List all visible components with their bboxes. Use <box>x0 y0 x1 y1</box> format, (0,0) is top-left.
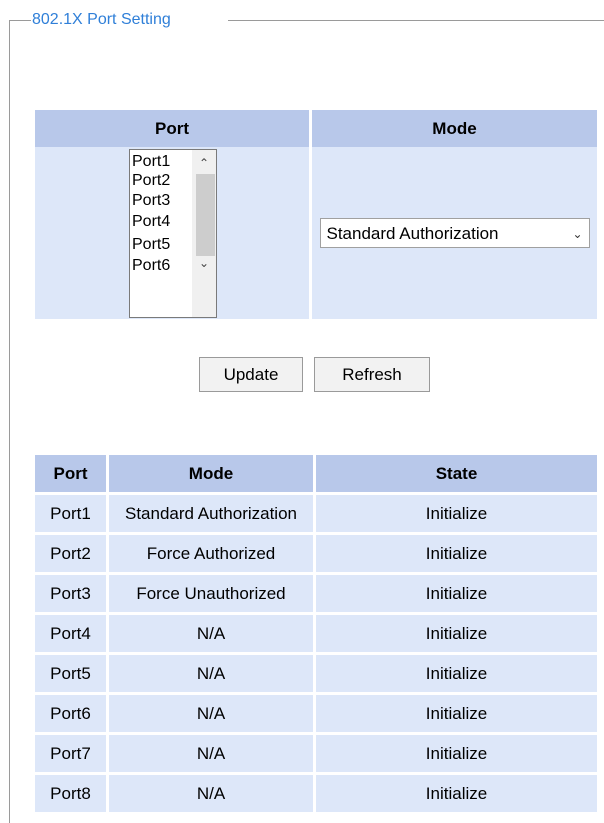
row-state: Initialize <box>313 692 597 734</box>
row-mode: N/A <box>106 652 315 694</box>
mode-select-value: Standard Authorization <box>326 224 499 243</box>
table-row: Port5 N/A Initialize <box>35 652 597 694</box>
port-column-header: Port <box>35 110 311 147</box>
row-port: Port8 <box>35 772 108 812</box>
fieldset-border <box>228 20 604 21</box>
row-port: Port1 <box>35 492 108 534</box>
row-state: Initialize <box>313 612 597 654</box>
update-button[interactable]: Update <box>199 357 303 392</box>
port-option[interactable]: Port4 <box>132 212 170 232</box>
row-port: Port7 <box>35 732 108 774</box>
port-option[interactable]: Port5 <box>132 235 170 255</box>
table-row: Port3 Force Unauthorized Initialize <box>35 572 597 614</box>
port-select-cell: Port1 Port2 Port3 Port4 Port5 Port6 ⌃ ⌄ <box>35 147 311 319</box>
section-legend: 802.1X Port Setting <box>32 11 171 28</box>
mode-column-header: Mode <box>309 110 597 147</box>
row-state: Initialize <box>313 572 597 614</box>
port-option[interactable]: Port3 <box>132 191 170 211</box>
status-state-header: State <box>313 455 597 494</box>
row-state: Initialize <box>313 652 597 694</box>
row-mode: N/A <box>106 772 315 812</box>
port-setting-table: Port Mode Port1 Port2 Port3 Port4 Port5 … <box>35 110 597 319</box>
row-port: Port3 <box>35 572 108 614</box>
table-row: Port4 N/A Initialize <box>35 612 597 654</box>
port-status-table: Port Mode State Port1 Standard Authoriza… <box>35 455 597 812</box>
port-option[interactable]: Port6 <box>132 256 170 276</box>
table-row: Port8 N/A Initialize <box>35 772 597 812</box>
table-row: Port2 Force Authorized Initialize <box>35 532 597 574</box>
row-mode: Force Unauthorized <box>106 572 315 614</box>
row-mode: Standard Authorization <box>106 492 315 534</box>
row-port: Port5 <box>35 652 108 694</box>
mode-select[interactable]: Standard Authorization ⌄ <box>319 218 590 248</box>
row-state: Initialize <box>313 492 597 534</box>
listbox-scrollbar[interactable]: ⌃ ⌄ <box>192 149 216 317</box>
chevron-up-icon[interactable]: ⌃ <box>196 156 212 170</box>
fieldset-border <box>9 20 10 823</box>
row-state: Initialize <box>313 532 597 574</box>
mode-select-cell: Standard Authorization ⌄ <box>309 147 597 319</box>
port-listbox[interactable]: Port1 Port2 Port3 Port4 Port5 Port6 ⌃ ⌄ <box>129 148 217 318</box>
fieldset-border <box>9 20 31 21</box>
status-mode-header: Mode <box>106 455 315 494</box>
table-row: Port7 N/A Initialize <box>35 732 597 774</box>
row-mode: Force Authorized <box>106 532 315 574</box>
table-row: Port1 Standard Authorization Initialize <box>35 492 597 534</box>
refresh-button[interactable]: Refresh <box>314 357 430 392</box>
port-option[interactable]: Port1 <box>132 152 170 172</box>
table-row: Port6 N/A Initialize <box>35 692 597 734</box>
row-port: Port2 <box>35 532 108 574</box>
chevron-down-icon: ⌄ <box>572 227 583 241</box>
status-port-header: Port <box>35 455 108 494</box>
row-port: Port6 <box>35 692 108 734</box>
row-state: Initialize <box>313 732 597 774</box>
row-mode: N/A <box>106 692 315 734</box>
row-mode: N/A <box>106 612 315 654</box>
row-state: Initialize <box>313 772 597 812</box>
row-port: Port4 <box>35 612 108 654</box>
chevron-down-icon[interactable]: ⌄ <box>196 256 212 270</box>
scrollbar-thumb[interactable] <box>196 173 215 256</box>
row-mode: N/A <box>106 732 315 774</box>
port-option[interactable]: Port2 <box>132 171 170 191</box>
